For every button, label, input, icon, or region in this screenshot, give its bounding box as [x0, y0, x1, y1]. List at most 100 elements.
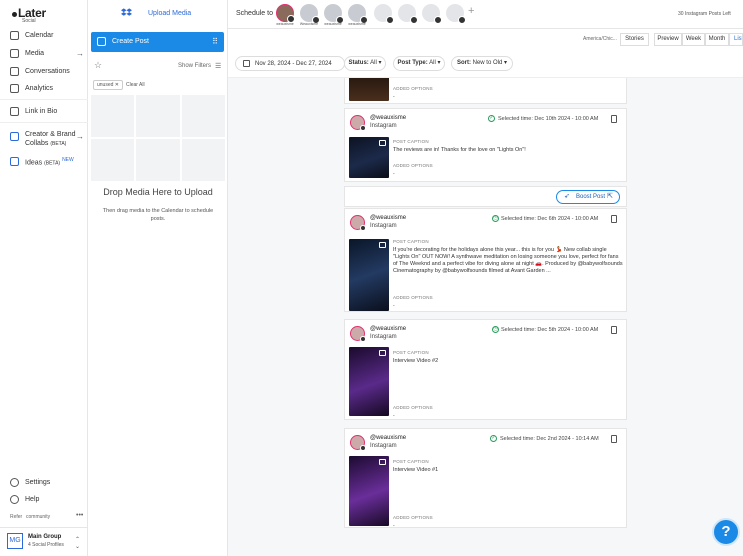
clear-all-button[interactable]: Clear All: [126, 82, 145, 88]
timezone-selector[interactable]: America/Chic...: [583, 36, 617, 42]
nav-item-creator-collabs[interactable]: Creator & Brand Collabs (BETA): [10, 130, 76, 149]
copy-icon[interactable]: [611, 115, 617, 123]
show-filters-button[interactable]: Show Filters: [178, 63, 211, 69]
tab-week[interactable]: Week: [682, 33, 705, 46]
ideas-icon: [10, 157, 19, 167]
later-logo[interactable]: Later Social: [12, 6, 46, 24]
add-profile-icon[interactable]: +: [468, 5, 474, 17]
group-profiles: 4 Social Profiles: [28, 542, 64, 548]
calendar-icon: [10, 31, 19, 40]
avatar: [350, 115, 366, 131]
nav-item-help[interactable]: Help: [10, 495, 39, 504]
boost-post-button[interactable]: ➶ Boost Post ⇱: [556, 190, 620, 204]
filter-icon[interactable]: ☰: [215, 62, 221, 70]
post-card[interactable]: @weauxisme Instagram ✓ Selected time: De…: [344, 108, 627, 182]
instagram-icon: [360, 125, 366, 131]
create-post-icon: [97, 37, 106, 46]
tab-month[interactable]: Month: [705, 33, 729, 46]
add-profile-linkedin[interactable]: [422, 4, 442, 24]
refer-link[interactable]: Refer: [10, 514, 22, 520]
help-chat-button[interactable]: ?: [712, 518, 740, 546]
group-avatar: MG: [7, 533, 23, 549]
copy-icon[interactable]: [611, 215, 617, 223]
nav-item-link-in-bio[interactable]: Link in Bio: [10, 107, 57, 116]
post-card[interactable]: @weauxisme Instagram ◷ Selected time: De…: [344, 319, 627, 420]
post-thumbnail[interactable]: [349, 239, 389, 311]
more-icon[interactable]: •••: [76, 512, 83, 519]
drag-handle-icon[interactable]: ⠿: [212, 37, 218, 46]
date-range-picker[interactable]: Nov 28, 2024 - Dec 27, 2024: [235, 56, 345, 71]
added-options-label: ADDED OPTIONS: [393, 86, 433, 91]
profile-avatar[interactable]: [300, 4, 320, 24]
filter-tag[interactable]: unused ✕: [93, 80, 123, 90]
close-icon[interactable]: ✕: [115, 82, 119, 88]
check-icon: ✓: [488, 115, 495, 122]
tab-list[interactable]: List: [729, 33, 743, 46]
post-thumbnail[interactable]: [349, 137, 389, 178]
copy-icon[interactable]: [611, 435, 617, 443]
calendar-icon: [243, 60, 250, 67]
post-card[interactable]: @weauxisme Instagram ✓ Selected time: De…: [344, 428, 627, 529]
nav-item-label: Help: [25, 496, 40, 503]
beta-tag: (BETA): [50, 141, 67, 147]
tab-preview[interactable]: Preview: [654, 33, 682, 46]
avatar: [350, 215, 366, 231]
profile-avatar[interactable]: [324, 4, 344, 24]
profile-avatar[interactable]: [276, 4, 295, 23]
group-switcher[interactable]: MG Main Group 4 Social Profiles ⌃ ⌄: [0, 527, 88, 556]
post-network: Instagram: [370, 123, 397, 129]
selected-time: Selected time: Dec 2nd 2024 - 10:14 AM: [500, 436, 599, 442]
nav-item-conversations[interactable]: Conversations: [10, 67, 70, 76]
chart-icon: [10, 84, 19, 93]
post-caption: The reviews are in! Thanks for the love …: [393, 147, 526, 153]
instagram-icon: [360, 445, 366, 451]
upload-media-link[interactable]: Upload Media: [148, 10, 191, 17]
chevron-down-icon: ▾: [378, 60, 382, 66]
add-profile-threads[interactable]: [446, 4, 466, 24]
chat-icon: [10, 67, 19, 76]
media-icon: [10, 49, 19, 58]
tab-stories[interactable]: Stories: [620, 33, 649, 46]
post-thumbnail[interactable]: [349, 456, 389, 526]
link-icon: [10, 107, 19, 116]
added-options-value: -: [393, 94, 395, 100]
add-profile-pinterest[interactable]: [374, 4, 394, 24]
post-type-filter[interactable]: Post Type: All ▾: [393, 56, 445, 71]
post-network: Instagram: [370, 223, 397, 229]
nav-item-settings[interactable]: Settings: [10, 478, 50, 487]
post-caption: Interview Video #2: [393, 358, 439, 364]
avatar: [350, 326, 366, 342]
nav-item-media[interactable]: Media: [10, 49, 44, 58]
nav-item-label: Conversations: [25, 68, 70, 75]
post-thumbnail[interactable]: [349, 78, 389, 101]
group-name: Main Group: [28, 534, 62, 540]
community-link[interactable]: community: [26, 514, 50, 520]
add-profile-twitter[interactable]: [398, 4, 418, 24]
star-icon[interactable]: ☆: [94, 60, 102, 71]
added-options-value: -: [393, 171, 395, 177]
nav-item-calendar[interactable]: Calendar: [10, 31, 53, 40]
arrow-right-icon[interactable]: →: [76, 49, 84, 58]
post-card[interactable]: @weauxisme Instagram ◷ Selected time: De…: [344, 208, 627, 312]
post-thumbnail[interactable]: [349, 347, 389, 416]
reel-icon: [379, 459, 386, 465]
filter-bar: Nov 28, 2024 - Dec 27, 2024 Status: All …: [228, 50, 743, 78]
added-options-value: -: [393, 303, 395, 309]
profile-label: weauxisme: [324, 22, 342, 26]
instagram-icon: [360, 336, 366, 342]
sort-filter[interactable]: Sort: New to Old ▾: [451, 56, 513, 71]
arrow-right-icon[interactable]: →: [76, 132, 84, 141]
nav-item-ideas[interactable]: Ideas (BETA) NEW: [10, 157, 74, 166]
nav-item-analytics[interactable]: Analytics: [10, 84, 53, 93]
post-type-filter-value: All: [429, 60, 436, 66]
status-filter[interactable]: Status: All ▾: [344, 56, 386, 71]
profile-avatar[interactable]: [348, 4, 368, 24]
post-card[interactable]: ADDED OPTIONS -: [344, 78, 627, 104]
dropbox-icon[interactable]: [121, 8, 132, 18]
copy-icon[interactable]: [611, 326, 617, 334]
nav-item-label: Calendar: [25, 32, 54, 39]
linkedin-icon: [434, 16, 442, 24]
create-post-button[interactable]: Create Post ⠿: [91, 32, 224, 52]
added-options-value: -: [393, 413, 395, 419]
boost-post-label: Boost Post: [576, 194, 606, 200]
